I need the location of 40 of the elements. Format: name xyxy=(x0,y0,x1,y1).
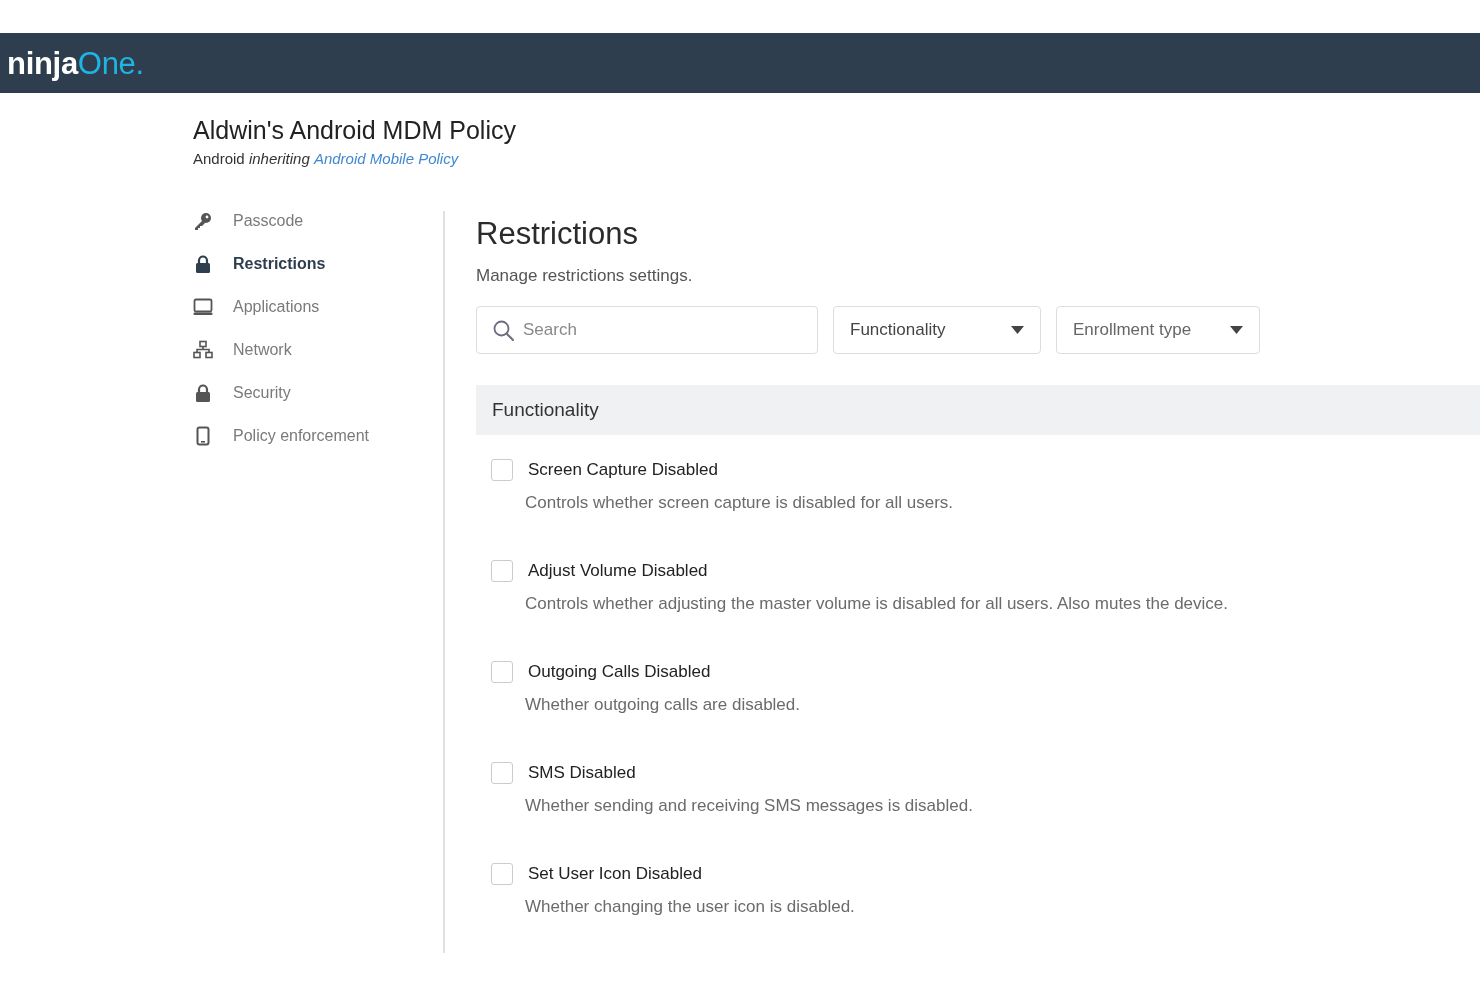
setting-label: Outgoing Calls Disabled xyxy=(528,661,711,684)
setting-label: SMS Disabled xyxy=(528,762,636,785)
sidebar-item[interactable]: Policy enforcement xyxy=(193,426,443,446)
lock-icon xyxy=(193,383,213,403)
policy-link[interactable]: Android Mobile Policy xyxy=(313,150,459,167)
caret-icon xyxy=(1011,326,1024,334)
setting-description: Whether sending and receiving SMS messages is disabled. xyxy=(524,795,974,817)
checkbox[interactable] xyxy=(491,459,513,481)
group-header: Functionality xyxy=(476,385,1480,435)
setting-description: Controls whether adjusting the master volume is disabled for all users. Also mutes the device. xyxy=(524,593,1229,615)
phone-icon xyxy=(193,426,213,446)
setting-label: Adjust Volume Disabled xyxy=(528,560,708,583)
section-description: Manage restrictions settings. xyxy=(476,265,694,287)
caret-icon xyxy=(1230,326,1243,334)
setting-description: Whether changing the user icon is disabled. xyxy=(524,896,856,918)
checkbox[interactable] xyxy=(491,762,513,784)
sidebar-item[interactable]: Passcode xyxy=(193,211,443,231)
checkbox[interactable] xyxy=(491,661,513,683)
key-icon xyxy=(193,211,213,231)
search-icon xyxy=(493,320,514,341)
setting-label: Set User Icon Disabled xyxy=(528,863,702,886)
policy-subtitle: Android inheriting Android Mobile Policy xyxy=(193,149,460,169)
sidebar-item[interactable]: Restrictions xyxy=(193,254,443,274)
section-heading: Restrictions xyxy=(476,216,639,252)
sidebar-item[interactable]: Network xyxy=(193,340,443,360)
monitor-icon xyxy=(193,297,213,317)
setting-description: Controls whether screen capture is disabled for all users. xyxy=(524,492,955,514)
search-field[interactable]: Search xyxy=(476,306,818,354)
logo[interactable]: ninjaOne. xyxy=(7,47,144,79)
sidebar-item[interactable]: Applications xyxy=(193,297,443,317)
policy-title: Aldwin's Android MDM Policy xyxy=(193,115,517,145)
setting-description: Whether outgoing calls are disabled. xyxy=(524,694,801,716)
network-icon xyxy=(193,340,213,360)
checkbox[interactable] xyxy=(491,560,513,582)
sidebar-item[interactable]: Security xyxy=(193,383,443,403)
filter-dropdown[interactable]: Functionality xyxy=(833,306,1041,354)
checkbox[interactable] xyxy=(491,863,513,885)
filter-dropdown[interactable]: Enrollment type xyxy=(1056,306,1260,354)
lock-icon xyxy=(193,254,213,274)
setting-label: Screen Capture Disabled xyxy=(528,459,718,482)
